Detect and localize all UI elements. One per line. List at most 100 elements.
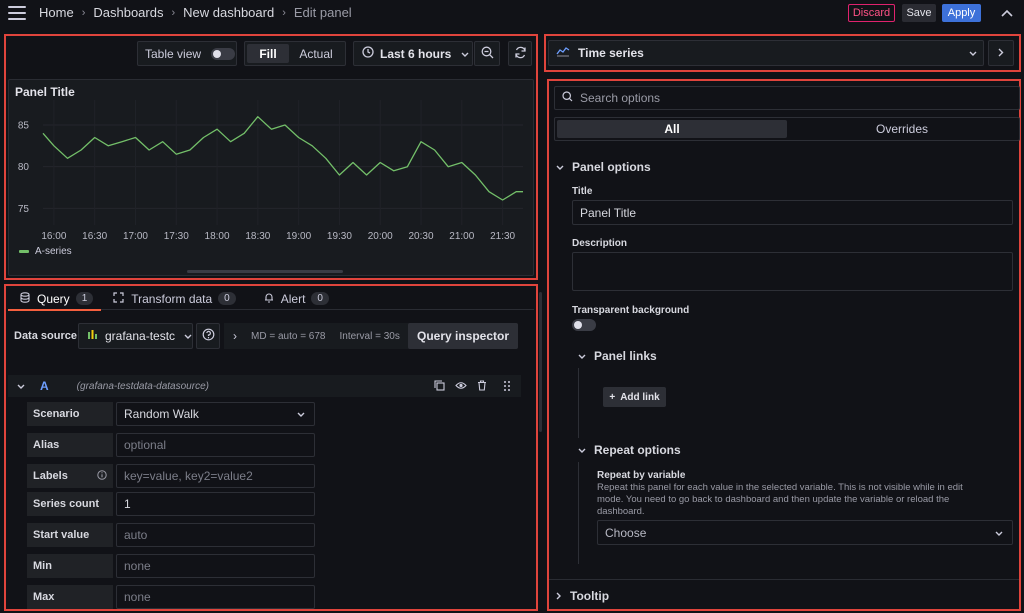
transform-count-badge: 0 — [218, 292, 236, 305]
repeat-options-header[interactable]: Repeat options — [578, 443, 681, 457]
max-label: Max — [27, 585, 113, 609]
x-tick-label: 18:30 — [245, 231, 270, 242]
repeat-variable-select[interactable]: Choose — [597, 520, 1013, 545]
trash-icon[interactable] — [477, 380, 487, 394]
collapse-chevron-icon[interactable] — [17, 379, 25, 393]
collapse-icon[interactable] — [999, 5, 1015, 21]
query-options-bar[interactable]: › MD = auto = 678 Interval = 30s — [224, 323, 414, 349]
tab-alert-label: Alert — [280, 291, 306, 306]
save-button[interactable]: Save — [902, 4, 936, 22]
legend-item-a-series[interactable]: A-series — [35, 246, 72, 257]
min-input[interactable]: none — [116, 554, 315, 578]
max-data-points: MD = auto = 678 — [251, 330, 326, 342]
query-datasource-name: (grafana-testdata-datasource) — [76, 380, 209, 392]
apply-button[interactable]: Apply — [942, 4, 981, 22]
zoom-out-button[interactable] — [474, 41, 500, 66]
panel-links-title: Panel links — [594, 349, 657, 363]
tab-transform-data[interactable]: Transform data 0 — [101, 292, 245, 306]
active-tab-indicator — [8, 308, 102, 311]
repeat-options-title: Repeat options — [594, 443, 681, 457]
x-tick-label: 16:30 — [82, 231, 107, 242]
chevron-down-icon — [969, 46, 977, 60]
search-options-input[interactable]: Search options — [580, 91, 660, 105]
query-row-header[interactable]: A (grafana-testdata-datasource) — [8, 375, 521, 397]
breadcrumb-new-dashboard[interactable]: New dashboard — [183, 5, 274, 20]
tab-query[interactable]: Query 1 — [8, 288, 102, 311]
tab-all[interactable]: All — [557, 120, 787, 138]
panel-options-header[interactable]: Panel options — [556, 160, 651, 174]
time-series-chart: 85 80 75 16:00 16:30 17:00 17:30 18:00 18:30 19:0… — [18, 100, 523, 242]
tooltip-header[interactable]: Tooltip — [556, 589, 609, 603]
x-tick-label: 20:30 — [409, 231, 434, 242]
visualization-picker[interactable]: Time series — [548, 40, 984, 66]
legend-swatch — [19, 250, 29, 253]
panel-card: Panel Title 85 80 75 16:00 16:30 17:00 17:30 18… — [8, 79, 534, 276]
series-line-a-series[interactable] — [42, 116, 523, 201]
table-view-label: Table view — [145, 46, 202, 61]
refresh-icon — [514, 46, 527, 62]
discard-button[interactable]: Discard — [848, 4, 895, 22]
query-count-badge: 1 — [75, 292, 94, 305]
horizontal-scrollbar[interactable] — [187, 270, 343, 273]
query-inspector-button[interactable]: Query inspector — [408, 323, 518, 349]
labels-input[interactable]: key=value, key2=value2 — [116, 464, 315, 488]
description-input[interactable] — [572, 252, 1013, 291]
time-range-picker[interactable]: Last 6 hours — [353, 41, 473, 66]
breadcrumb: Home › Dashboards › New dashboard › Edit… — [39, 5, 352, 20]
start-value-label: Start value — [27, 523, 113, 547]
x-tick-label: 20:00 — [368, 231, 393, 242]
chevron-down-icon — [578, 349, 586, 363]
query-scrollbar[interactable] — [539, 292, 542, 432]
max-input[interactable]: none — [116, 585, 315, 609]
drag-handle-icon[interactable] — [503, 380, 511, 395]
data-source-value: grafana-testc — [105, 329, 176, 343]
panel-links-header[interactable]: Panel links — [578, 349, 657, 363]
scenario-value: Random Walk — [124, 407, 199, 421]
scenario-label: Scenario — [27, 402, 113, 426]
time-series-icon — [556, 46, 570, 60]
panel-options-title: Panel options — [572, 160, 651, 174]
x-tick-label: 18:00 — [205, 231, 230, 242]
min-label: Min — [27, 554, 113, 578]
interval-value: Interval = 30s — [339, 330, 400, 342]
transparent-background-switch[interactable] — [572, 319, 596, 331]
close-options-button[interactable] — [988, 40, 1014, 66]
scenario-select[interactable]: Random Walk — [116, 402, 315, 426]
repeat-by-variable-label: Repeat by variable — [597, 470, 686, 481]
series-count-input[interactable]: 1 — [116, 492, 315, 516]
table-view-toggle[interactable]: Table view — [137, 41, 237, 66]
x-tick-label: 17:00 — [123, 231, 148, 242]
breadcrumb-dashboards[interactable]: Dashboards — [93, 5, 163, 20]
labels-label-cell: Labels — [27, 464, 113, 488]
menu-icon[interactable] — [8, 6, 26, 20]
start-value-input[interactable]: auto — [116, 523, 315, 547]
add-link-button[interactable]: + Add link — [603, 387, 666, 407]
chevron-right-icon — [556, 589, 562, 603]
chevron-right-icon: › — [233, 329, 237, 343]
tab-query-label: Query — [37, 291, 70, 306]
breadcrumb-home[interactable]: Home — [39, 5, 74, 20]
x-tick-label: 16:00 — [41, 231, 66, 242]
series-count-label: Series count — [27, 492, 113, 516]
clock-icon — [362, 46, 374, 61]
fill-button[interactable]: Fill — [247, 44, 289, 63]
refresh-button[interactable] — [508, 41, 532, 66]
y-tick-label: 80 — [18, 162, 30, 173]
tab-alert[interactable]: Alert 0 — [246, 292, 339, 306]
help-button[interactable] — [196, 323, 220, 349]
tab-overrides[interactable]: Overrides — [787, 120, 1017, 138]
eye-icon[interactable] — [455, 380, 467, 394]
actual-button[interactable]: Actual — [289, 44, 343, 63]
info-icon[interactable] — [97, 469, 107, 483]
table-view-switch[interactable] — [211, 47, 236, 60]
query-ref-id[interactable]: A — [40, 379, 49, 393]
chart-legend: A-series — [19, 246, 72, 257]
chevron-right-icon: › — [282, 6, 286, 19]
section-indent-line — [578, 462, 579, 564]
alias-input[interactable]: optional — [116, 433, 315, 457]
chevron-down-icon — [578, 443, 586, 457]
search-options-field[interactable]: Search options — [554, 86, 1020, 110]
duplicate-query-icon[interactable] — [434, 380, 445, 394]
title-input[interactable]: Panel Title — [572, 200, 1013, 225]
data-source-picker[interactable]: grafana-testc — [78, 323, 193, 349]
